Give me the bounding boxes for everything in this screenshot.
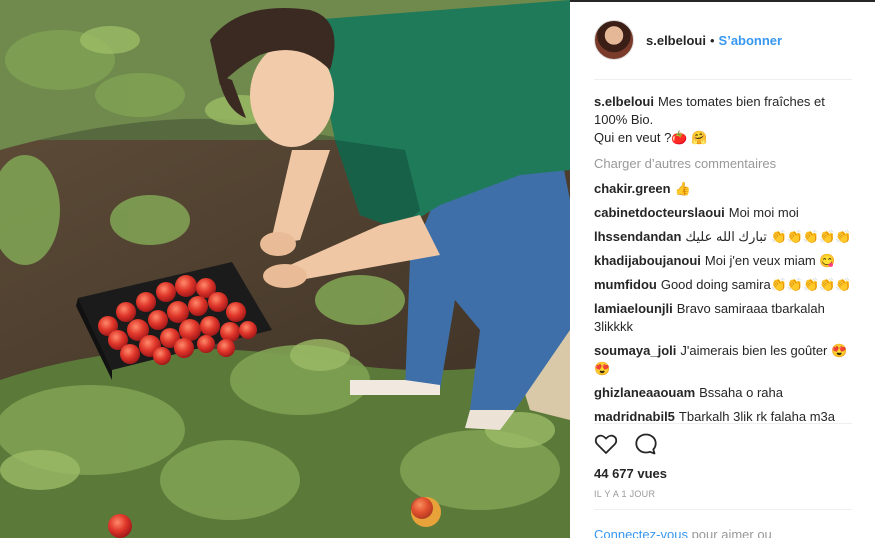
comment-item: mumfidou Good doing samira👏👏👏👏👏 [594, 276, 852, 294]
comment-username[interactable]: cabinetdocteurslaoui [594, 205, 725, 220]
post-actions: 44 677 vues IL Y A 1 JOUR [594, 423, 852, 513]
follow-button[interactable]: S’abonner [719, 33, 783, 48]
heart-icon[interactable] [594, 432, 618, 456]
comment-item: madridnabil5 Tbarkalh 3lik rk falaha m3a [594, 408, 852, 423]
comment-text: Moi j'en veux miam 😋 [704, 253, 836, 268]
top-border [570, 0, 875, 2]
post-details-panel: s.elbeloui • S’abonner s.elbeloui Mes tomat… [570, 0, 875, 538]
comment-username[interactable]: lamiaelounjli [594, 301, 673, 316]
comment-item: lamiaelounjli Bravo samiraaa tbarkalah 3l… [594, 300, 852, 336]
caption-line-2: 100% Bio. [594, 112, 654, 127]
login-link[interactable]: Connectez-vous [594, 527, 688, 538]
separator-dot: • [709, 33, 715, 48]
comment-item: ghizlaneaaouam Bssaha o raha [594, 384, 852, 402]
comment-text: Tbarkalh 3lik rk falaha m3a [678, 409, 835, 423]
comment-item: soumaya_joli J'aimerais bien les goûter 😍… [594, 342, 852, 378]
comment-text: Good doing samira👏👏👏👏👏 [660, 277, 852, 292]
comment-text: تبارك الله عليك 👏👏👏👏👏 [685, 229, 852, 244]
comment-username[interactable]: lhssendandan [594, 229, 681, 244]
post-caption: s.elbeloui Mes tomates bien fraîches et 1… [594, 93, 852, 147]
login-prompt-text: pour aimer ou [691, 527, 772, 538]
post-header: s.elbeloui • S’abonner [594, 20, 852, 80]
comment-item: lhssendandan تبارك الله عليك 👏👏👏👏👏 [594, 228, 852, 246]
comment-username[interactable]: mumfidou [594, 277, 657, 292]
caption-line-3: Qui en veut ?🍅 🤗 [594, 130, 708, 145]
comment-text: 👍 [674, 181, 691, 196]
comment-username[interactable]: soumaya_joli [594, 343, 676, 358]
comment-text: Bssaha o raha [699, 385, 783, 400]
comment-username[interactable]: khadijaboujanoui [594, 253, 701, 268]
comments-list[interactable]: s.elbeloui Mes tomates bien fraîches et 1… [594, 93, 852, 423]
author-username[interactable]: s.elbeloui [646, 33, 706, 48]
caption-username[interactable]: s.elbeloui [594, 94, 654, 109]
login-prompt: Connectez-vous pour aimer ou [594, 509, 852, 538]
garden-scene-image [0, 0, 570, 538]
comment-item: chakir.green 👍 [594, 180, 852, 198]
header-text: s.elbeloui • S’abonner [646, 33, 782, 48]
action-icons [594, 432, 852, 456]
caption-line-1: Mes tomates bien fraîches et [657, 94, 825, 109]
post-video[interactable] [0, 0, 570, 538]
comment-item: cabinetdocteurslaoui Moi moi moi [594, 204, 852, 222]
comment-item: khadijaboujanoui Moi j'en veux miam 😋 [594, 252, 852, 270]
avatar[interactable] [594, 20, 634, 60]
comment-bubble-icon[interactable] [634, 432, 658, 456]
post-timestamp[interactable]: IL Y A 1 JOUR [594, 489, 852, 499]
comment-text: Moi moi moi [728, 205, 799, 220]
comment-username[interactable]: chakir.green [594, 181, 671, 196]
view-count: 44 677 vues [594, 466, 668, 481]
comment-username[interactable]: ghizlaneaaouam [594, 385, 695, 400]
comment-username[interactable]: madridnabil5 [594, 409, 675, 423]
load-more-comments-button[interactable]: Charger d’autres commentaires [594, 155, 852, 173]
